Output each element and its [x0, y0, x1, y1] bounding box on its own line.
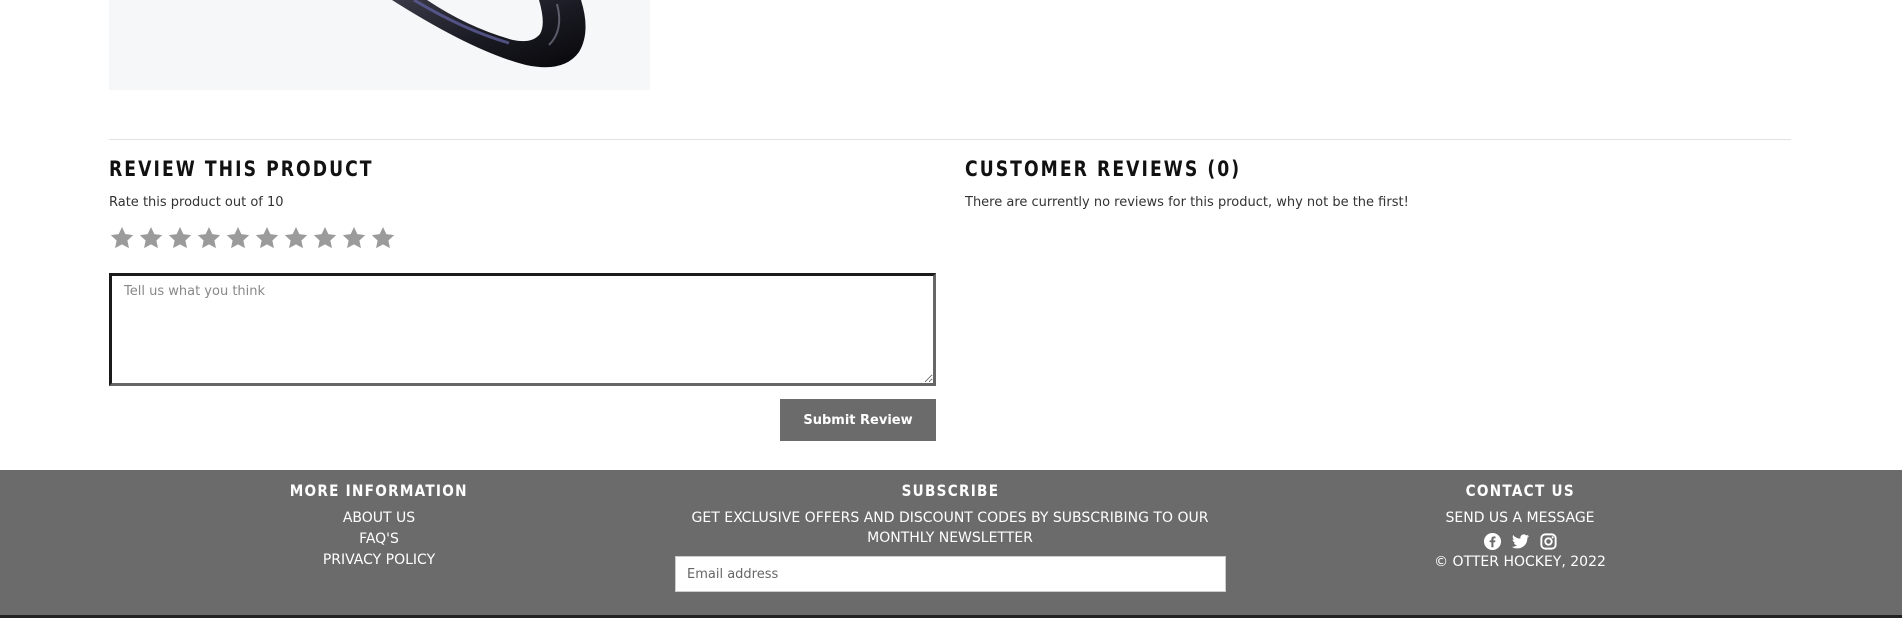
email-input[interactable]	[675, 556, 1226, 592]
customer-reviews-title: Customer Reviews (0)	[965, 157, 1242, 181]
send-message-link[interactable]: SEND US A MESSAGE	[1370, 508, 1670, 529]
subscribe-heading: Subscribe	[901, 481, 999, 500]
facebook-icon[interactable]	[1483, 532, 1502, 551]
more-information-links: ABOUT US FAQ'S PRIVACY POLICY	[229, 508, 529, 571]
faqs-link[interactable]: FAQ'S	[229, 529, 529, 550]
subscribe-text: GET EXCLUSIVE OFFERS AND DISCOUNT CODES …	[691, 510, 1209, 546]
review-section-title: Review this product	[109, 157, 374, 181]
about-us-link[interactable]: ABOUT US	[229, 508, 529, 529]
more-information-heading: More Information	[289, 481, 469, 500]
site-footer: More Information ABOUT US FAQ'S PRIVACY …	[0, 470, 1902, 618]
rating-star-icon[interactable]	[283, 225, 309, 251]
submit-review-button[interactable]: Submit Review	[780, 399, 936, 441]
footer-contact: Contact Us SEND US A MESSAGE © OTTER HOC…	[1370, 470, 1670, 573]
hockey-stick-image	[392, 0, 586, 68]
rating-star-icon[interactable]	[341, 225, 367, 251]
privacy-policy-link[interactable]: PRIVACY POLICY	[229, 550, 529, 571]
rate-label: Rate this product out of 10	[109, 195, 284, 210]
rating-star-icon[interactable]	[370, 225, 396, 251]
product-image	[109, 0, 650, 90]
social-links	[1370, 531, 1670, 552]
section-divider	[109, 139, 1791, 140]
rating-star-icon[interactable]	[196, 225, 222, 251]
review-textarea[interactable]	[109, 273, 936, 386]
rating-stars	[109, 225, 396, 251]
contact-links: SEND US A MESSAGE	[1370, 508, 1670, 529]
rating-star-icon[interactable]	[254, 225, 280, 251]
rating-star-icon[interactable]	[167, 225, 193, 251]
rating-star-icon[interactable]	[225, 225, 251, 251]
footer-subscribe: Subscribe GET EXCLUSIVE OFFERS AND DISCO…	[675, 470, 1226, 592]
instagram-icon[interactable]	[1539, 532, 1558, 551]
no-reviews-message: There are currently no reviews for this …	[965, 195, 1409, 210]
twitter-icon[interactable]	[1511, 532, 1530, 551]
rating-star-icon[interactable]	[138, 225, 164, 251]
contact-heading: Contact Us	[1465, 481, 1575, 500]
rating-star-icon[interactable]	[109, 225, 135, 251]
footer-more-information: More Information ABOUT US FAQ'S PRIVACY …	[229, 470, 529, 571]
rating-star-icon[interactable]	[312, 225, 338, 251]
copyright-text: © OTTER HOCKEY, 2022	[1434, 554, 1606, 570]
